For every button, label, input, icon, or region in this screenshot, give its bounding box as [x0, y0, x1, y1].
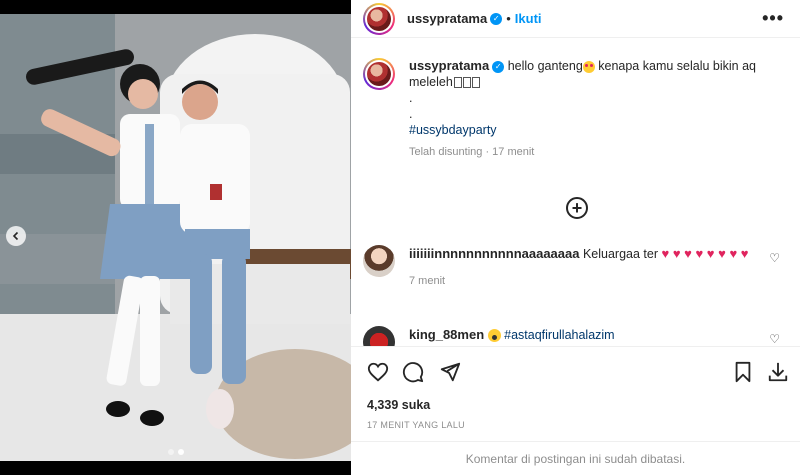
caption-meta: Telah disunting · 17 menit [409, 146, 535, 158]
post-timestamp: 17 MENIT YANG LALU [367, 420, 465, 430]
missing-glyph-icon [453, 77, 462, 89]
post-photo[interactable] [0, 14, 351, 461]
commenter-avatar[interactable] [363, 245, 395, 277]
post-side-panel: ussypratama ✓ • Ikuti ••• ussypratama ✓ h… [351, 0, 800, 475]
download-icon[interactable] [767, 361, 789, 383]
caption-avatar[interactable] [363, 58, 395, 90]
action-bar [351, 346, 800, 396]
comment-hearts: ♥ ♥ ♥ ♥ ♥ ♥ ♥ ♥ [661, 246, 749, 261]
missing-glyph-icon [471, 77, 480, 89]
comment-time: 7 menit [409, 275, 446, 287]
likes-count[interactable]: 4,339 suka [367, 398, 430, 412]
comment-item: iiiiiiinnnnnnnnnnnaaaaaaaa Keluargaa ter… [363, 245, 788, 290]
heart-eyes-emoji-icon [582, 60, 595, 73]
photo-illustration [0, 14, 351, 461]
comment-icon[interactable] [402, 361, 424, 383]
commenter-username[interactable]: iiiiiiinnnnnnnnnnnaaaaaaaa [409, 246, 579, 261]
follow-button[interactable]: Ikuti [515, 11, 542, 26]
comment-like-heart-icon[interactable]: ♡ [769, 251, 780, 265]
comment-body: iiiiiiinnnnnnnnnnnaaaaaaaa Keluargaa ter… [409, 245, 759, 290]
comments-section[interactable]: ussypratama ✓ hello ganteng kenapa kamu s… [351, 56, 800, 346]
caption-text: hello ganteng [507, 59, 583, 73]
verified-badge-icon: ✓ [492, 60, 505, 73]
plus-circle-icon: + [571, 198, 583, 218]
commenter-username[interactable]: king_88men [409, 327, 484, 342]
carousel-indicator [0, 449, 351, 455]
post-caption: ussypratama ✓ hello ganteng kenapa kamu s… [363, 58, 779, 160]
author-username[interactable]: ussypratama [407, 11, 487, 26]
verified-badge-icon: ✓ [490, 12, 503, 25]
shocked-emoji-icon [487, 329, 501, 343]
more-options-icon[interactable]: ••• [762, 8, 784, 29]
heart-icon[interactable] [367, 361, 389, 383]
comment-like-heart-icon[interactable]: ♡ [769, 332, 780, 346]
commenter-avatar[interactable] [363, 326, 395, 346]
comment-item: king_88men #astaqfirullahalazim ♡ [363, 326, 788, 346]
separator-dot: • [506, 11, 511, 26]
caption-username[interactable]: ussypratama [409, 58, 489, 73]
comments-restricted-notice: Komentar di postingan ini sudah dibatasi… [351, 441, 800, 475]
comment-text: Keluargaa ter [579, 247, 662, 261]
caption-dot-line: . [409, 91, 413, 105]
post-media [0, 0, 351, 475]
author-avatar[interactable] [363, 2, 395, 35]
chevron-left-icon [12, 231, 19, 241]
send-icon[interactable] [439, 361, 461, 383]
missing-glyph-icon [462, 77, 471, 89]
caption-body: ussypratama ✓ hello ganteng kenapa kamu s… [409, 58, 779, 160]
carousel-dot [167, 449, 174, 455]
comment-hashtag[interactable]: #astaqfirullahalazim [504, 328, 614, 342]
comment-body: king_88men #astaqfirullahalazim [409, 326, 759, 346]
load-more-comments-button[interactable]: + [566, 197, 588, 219]
caption-hashtag[interactable]: #ussybdayparty [409, 122, 779, 138]
bookmark-icon[interactable] [732, 361, 754, 383]
carousel-dot-active [177, 449, 184, 455]
caption-dot-line: . [409, 107, 413, 121]
post-header: ussypratama ✓ • Ikuti ••• [351, 0, 800, 38]
carousel-prev-button[interactable] [6, 226, 26, 246]
